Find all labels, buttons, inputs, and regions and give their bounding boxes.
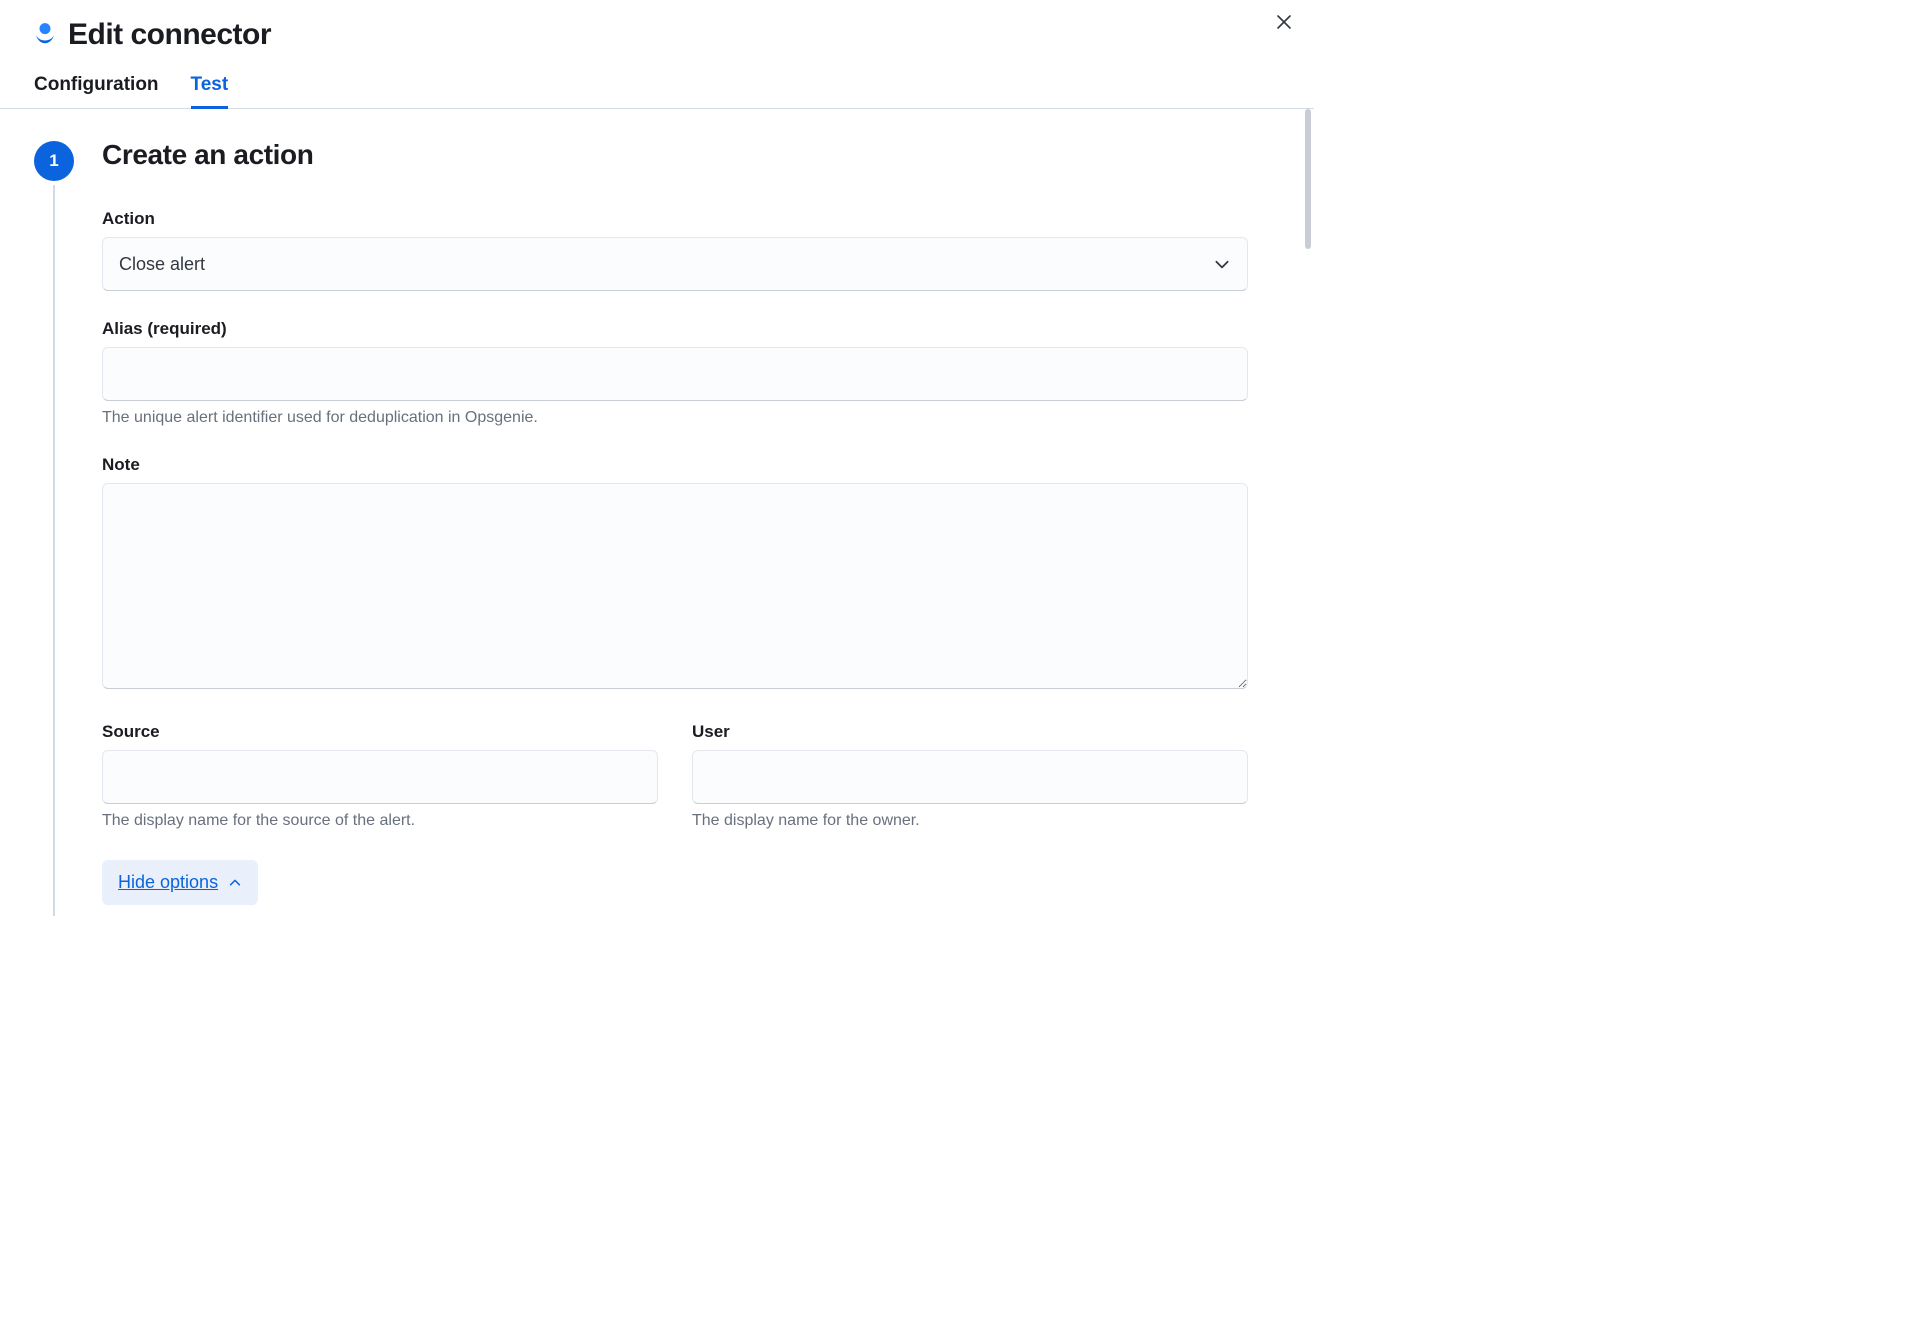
chevron-up-icon — [228, 876, 242, 890]
flyout-header: Edit connector — [0, 0, 1314, 52]
alias-input[interactable] — [102, 347, 1248, 401]
step-title: Create an action — [102, 139, 1248, 171]
source-help-text: The display name for the source of the a… — [102, 812, 658, 830]
alias-help-text: The unique alert identifier used for ded… — [102, 409, 1248, 427]
alias-field: Alias (required) The unique alert identi… — [102, 319, 1248, 427]
page-title: Edit connector — [68, 18, 271, 52]
opsgenie-icon — [34, 22, 56, 48]
close-icon — [1276, 14, 1292, 30]
hide-options-toggle[interactable]: Hide options — [102, 860, 258, 905]
edit-connector-flyout: Edit connector Configuration Test 1 Crea… — [0, 0, 1314, 919]
action-select-value: Close alert — [119, 254, 205, 275]
action-field: Action Close alert — [102, 209, 1248, 291]
note-field: Note — [102, 455, 1248, 694]
hide-options-label: Hide options — [118, 872, 218, 893]
tabs: Configuration Test — [0, 52, 1314, 109]
note-textarea[interactable] — [102, 483, 1248, 689]
flyout-body: 1 Create an action Action Close alert Al… — [0, 109, 1314, 916]
chevron-down-icon — [1213, 255, 1231, 273]
close-button[interactable] — [1268, 6, 1300, 38]
tab-configuration[interactable]: Configuration — [34, 74, 159, 108]
scrollbar-thumb[interactable] — [1305, 109, 1311, 249]
note-label: Note — [102, 455, 1248, 475]
action-label: Action — [102, 209, 1248, 229]
user-label: User — [692, 722, 1248, 742]
user-help-text: The display name for the owner. — [692, 812, 1248, 830]
source-field: Source The display name for the source o… — [102, 722, 658, 830]
user-input[interactable] — [692, 750, 1248, 804]
step-number-badge: 1 — [34, 141, 74, 181]
tab-test[interactable]: Test — [191, 74, 229, 108]
source-input[interactable] — [102, 750, 658, 804]
alias-label: Alias (required) — [102, 319, 1248, 339]
source-label: Source — [102, 722, 658, 742]
user-field: User The display name for the owner. — [692, 722, 1248, 830]
action-select[interactable]: Close alert — [102, 237, 1248, 291]
step-connector-line — [53, 185, 55, 916]
